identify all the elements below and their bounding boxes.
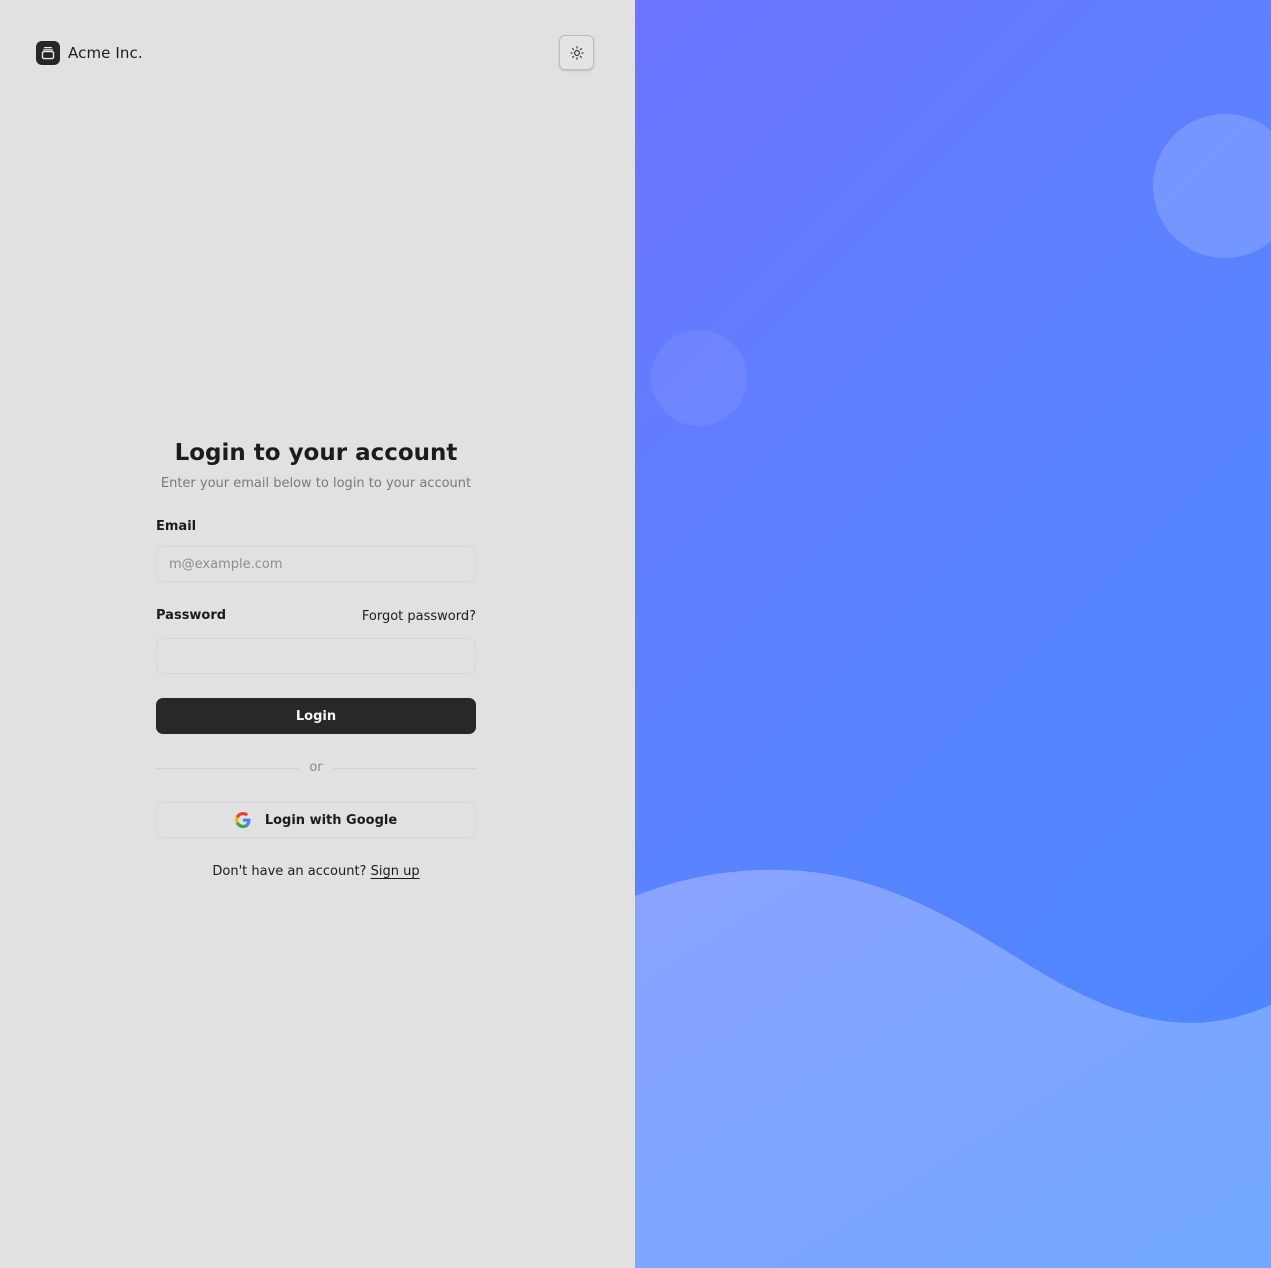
decorative-background	[635, 114, 1271, 1268]
decorative-circle-small	[651, 330, 747, 426]
sun-icon	[569, 45, 584, 60]
login-page: Acme Inc. Login to your account Enter yo…	[0, 0, 1271, 1268]
email-label: Email	[156, 519, 197, 534]
page-subtitle: Enter your email below to login to your …	[160, 476, 472, 491]
divider-text: or	[309, 760, 323, 775]
login-with-google-button[interactable]: Login with Google	[156, 802, 476, 838]
or-divider: or	[156, 760, 476, 776]
theme-toggle-button[interactable]	[559, 35, 594, 70]
login-panel: Acme Inc. Login to your account Enter yo…	[0, 0, 635, 1268]
email-field[interactable]	[156, 546, 476, 582]
signup-row: Don't have an account? Sign up	[156, 864, 476, 880]
password-row: Password Forgot password?	[156, 608, 476, 624]
login-form: Login to your account Enter your email b…	[156, 436, 476, 879]
signup-prompt: Don't have an account?	[212, 864, 367, 879]
decorative-wave	[635, 869, 1271, 1268]
google-icon	[234, 812, 251, 828]
login-button[interactable]: Login	[156, 698, 476, 734]
password-label: Password	[156, 608, 227, 623]
decorative-panel	[635, 0, 1271, 1268]
google-button-label: Login with Google	[264, 812, 398, 828]
gallery-stack-icon	[36, 41, 60, 65]
divider-line-left	[156, 767, 300, 769]
brand[interactable]: Acme Inc.	[36, 41, 143, 65]
divider-line-right	[332, 767, 476, 769]
brand-name: Acme Inc.	[68, 44, 143, 62]
decorative-circle-large	[1153, 114, 1271, 258]
page-title: Login to your account	[174, 440, 458, 466]
signup-link[interactable]: Sign up	[371, 864, 420, 879]
password-field[interactable]	[156, 638, 476, 674]
forgot-password-link[interactable]: Forgot password?	[362, 609, 476, 624]
